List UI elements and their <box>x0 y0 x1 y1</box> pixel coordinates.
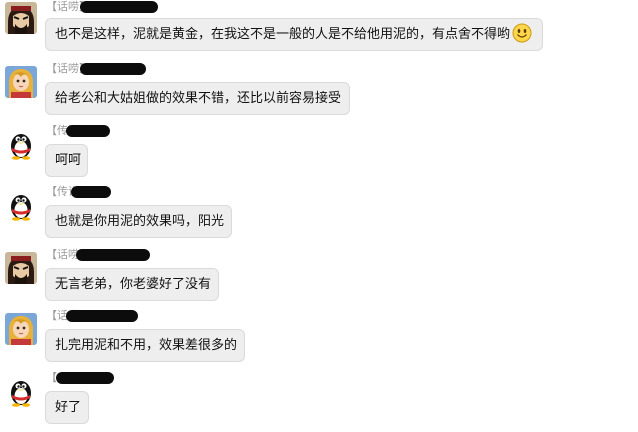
message-text: 扎完用泥和不用，效果差很多的 <box>55 338 238 353</box>
redacted-name-mark <box>80 1 158 13</box>
hero-warrior-avatar[interactable] <box>5 2 37 34</box>
message-text: 好了 <box>55 400 82 415</box>
qq-penguin-icon <box>5 189 37 221</box>
qq-penguin-avatar[interactable] <box>5 189 37 221</box>
anime-girl-icon <box>5 313 37 345</box>
redacted-name-mark <box>66 125 110 137</box>
qq-penguin-avatar[interactable] <box>5 128 37 160</box>
anime-girl-icon <box>5 66 37 98</box>
hero-warrior-icon <box>5 2 37 34</box>
redacted-name-mark <box>56 372 114 384</box>
redacted-name-mark <box>66 310 138 322</box>
message-bubble: 也就是你用泥的效果吗，阳光 <box>45 205 232 238</box>
message-text: 给老公和大姑姐做的效果不错，还比以前容易接受 <box>55 91 342 106</box>
redacted-name-mark <box>71 186 111 198</box>
message-bubble: 扎完用泥和不用，效果差很多的 <box>45 329 245 362</box>
message-bubble: 呵呵 <box>45 144 88 177</box>
message-text: 也就是你用泥的效果吗，阳光 <box>55 214 225 229</box>
redacted-name-mark <box>80 63 146 75</box>
message-text: 呵呵 <box>55 153 82 168</box>
message-bubble: 也不是这样，泥就是黄金，在我这不是一般的人是不给他用泥的，有点舍不得哟 <box>45 18 543 51</box>
hero-warrior-avatar[interactable] <box>5 252 37 284</box>
hero-warrior-icon <box>5 252 37 284</box>
chat-history: 【话唠】 也不是这样，泥就是黄金，在我这不是一般的人是不给他用泥的，有点舍不得哟 <box>0 0 638 432</box>
message-text: 也不是这样，泥就是黄金，在我这不是一般的人是不给他用泥的，有点舍不得哟 <box>55 27 511 42</box>
anime-girl-avatar[interactable] <box>5 313 37 345</box>
anime-girl-avatar[interactable] <box>5 66 37 98</box>
qq-penguin-avatar[interactable] <box>5 375 37 407</box>
smile-emoji-icon <box>512 23 532 43</box>
message-bubble: 好了 <box>45 391 89 424</box>
redacted-name-mark <box>76 249 150 261</box>
message-bubble: 无言老弟，你老婆好了没有 <box>45 268 219 301</box>
qq-penguin-icon <box>5 128 37 160</box>
message-bubble: 给老公和大姑姐做的效果不错，还比以前容易接受 <box>45 82 350 115</box>
qq-penguin-icon <box>5 375 37 407</box>
message-text: 无言老弟，你老婆好了没有 <box>55 277 212 292</box>
